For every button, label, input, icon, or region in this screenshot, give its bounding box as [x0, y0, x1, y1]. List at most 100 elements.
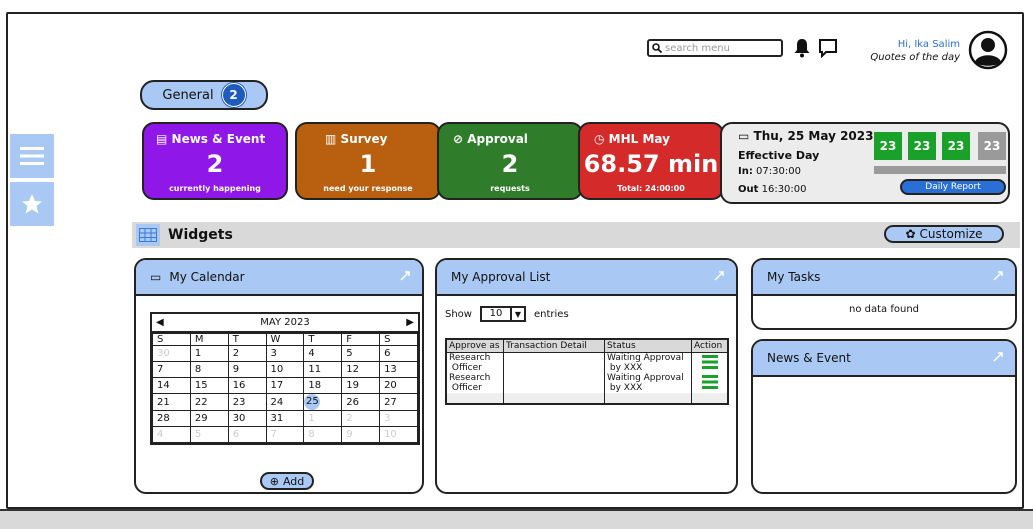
action-cell [691, 352, 729, 373]
calendar-day[interactable]: 10 [265, 361, 305, 378]
calendar-day[interactable]: 9 [341, 426, 381, 443]
expand-icon[interactable] [400, 270, 410, 284]
calendar-day[interactable]: 7 [265, 426, 305, 443]
calendar-day[interactable]: 19 [341, 377, 381, 394]
approval-card[interactable]: ⊘ Approval 2 requests [437, 122, 583, 200]
calendar-day[interactable]: 31 [265, 410, 305, 427]
check-circle-icon: ⊘ [453, 132, 464, 146]
status-cell: Waiting Approval by XXX [604, 352, 692, 373]
table-row: Research Officer Waiting Approval by XXX [445, 373, 729, 393]
calendar-day[interactable]: 20 [379, 377, 418, 394]
calendar-day[interactable]: 18 [303, 377, 343, 394]
bottom-bar [0, 509, 1033, 529]
table-row: Research Officer Waiting Approval by XXX [445, 352, 729, 373]
avatar[interactable] [968, 30, 1008, 70]
calendar-day[interactable]: 2 [227, 345, 267, 362]
entries-control: Show 10 ▼ entries [445, 306, 569, 322]
calendar-day[interactable]: 2 [341, 410, 381, 427]
weekday-label: S [379, 333, 418, 346]
calendar-day[interactable]: 1 [303, 410, 343, 427]
calendar-day[interactable]: 12 [341, 361, 381, 378]
search-input[interactable] [662, 42, 775, 54]
approval-list-widget: My Approval List Show 10 ▼ entries Appro… [435, 258, 738, 494]
calendar-day[interactable]: 21 [152, 393, 191, 411]
calendar-day[interactable]: 8 [189, 361, 229, 378]
entries-value: 10 [489, 308, 503, 319]
action-menu-icon[interactable] [702, 355, 718, 369]
menu-button[interactable] [10, 134, 54, 178]
detail-cell [503, 352, 605, 373]
approval-card-value: 2 [501, 150, 519, 178]
calendar-day[interactable]: 6 [379, 345, 418, 362]
calendar-day[interactable]: 3 [265, 345, 305, 362]
tab-general[interactable]: General 2 [140, 80, 268, 110]
calendar-day[interactable]: 1 [189, 345, 229, 362]
calendar-day[interactable]: 5 [341, 345, 381, 362]
calendar-day[interactable]: 27 [379, 393, 418, 411]
calendar-day[interactable]: 9 [227, 361, 267, 378]
calendar-grid: S M T W T F S 30 1 2 3 4 5 6 7 8 9 10 11… [152, 333, 418, 443]
user-greeting: Hi, Ika Salim Quotes of the day [852, 39, 960, 63]
calendar-icon: ▭ [150, 270, 162, 284]
expand-icon[interactable] [714, 270, 724, 284]
calendar-day-selected[interactable]: 25 [303, 393, 343, 411]
bar-chart-icon: ▥ [325, 132, 337, 146]
count-badge: 2 [221, 83, 246, 107]
show-label: Show [445, 308, 472, 320]
calendar-day[interactable]: 14 [152, 377, 191, 394]
bell-icon[interactable] [793, 38, 811, 58]
widgets-title: Widgets [168, 227, 233, 243]
calendar-day[interactable]: 16 [227, 377, 267, 394]
quotes-link[interactable]: Quotes of the day [852, 52, 960, 63]
next-month-icon[interactable]: ▶ [406, 317, 414, 328]
survey-card[interactable]: ▥ Survey 1 need your response [295, 122, 441, 200]
calendar-day[interactable]: 7 [152, 361, 191, 378]
calendar-day[interactable]: 4 [303, 345, 343, 362]
daily-report-button[interactable]: Daily Report [900, 179, 1006, 195]
grid-icon [136, 224, 160, 246]
calendar-day[interactable]: 13 [379, 361, 418, 378]
calendar-day[interactable]: 11 [303, 361, 343, 378]
news-event-header: News & Event [753, 341, 1015, 377]
calendar-day[interactable]: 29 [189, 410, 229, 427]
column-header: Status [604, 338, 692, 353]
approval-list-title: My Approval List [451, 270, 551, 284]
news-event-widget: News & Event [751, 339, 1017, 494]
favorites-button[interactable] [10, 182, 54, 226]
calendar-day[interactable]: 5 [189, 426, 229, 443]
chat-icon[interactable] [818, 38, 838, 58]
mhl-card-value: 68.57 min [583, 150, 719, 178]
news-card-value: 2 [206, 150, 224, 178]
calendar-day[interactable]: 26 [341, 393, 381, 411]
entries-select[interactable]: 10 ▼ [479, 306, 526, 322]
prev-month-icon[interactable]: ◀ [156, 317, 164, 328]
calendar-day[interactable]: 30 [227, 410, 267, 427]
calendar-day[interactable]: 4 [152, 426, 191, 443]
add-event-button[interactable]: ⊕ Add [260, 472, 314, 490]
calendar-day[interactable]: 28 [152, 410, 191, 427]
tasks-header: My Tasks [753, 260, 1015, 296]
tasks-widget: My Tasks no data found [751, 258, 1017, 330]
expand-icon[interactable] [993, 270, 1003, 284]
calendar-day[interactable]: 22 [189, 393, 229, 411]
news-event-card[interactable]: ▤ News & Event 2 currently happening [142, 122, 288, 200]
calendar-day[interactable]: 8 [303, 426, 343, 443]
plus-circle-icon: ⊕ [269, 474, 279, 488]
action-menu-icon[interactable] [702, 375, 718, 389]
calendar-day[interactable]: 24 [265, 393, 305, 411]
calendar-day[interactable]: 6 [227, 426, 267, 443]
greeting-link[interactable]: Hi, Ika Salim [852, 39, 960, 50]
customize-button[interactable]: ✿ Customize [884, 225, 1004, 243]
calendar-day[interactable]: 10 [379, 426, 418, 443]
date-label: ▭ Thu, 25 May 2023 [738, 129, 874, 143]
calendar-day[interactable]: 3 [379, 410, 418, 427]
calendar-day[interactable]: 23 [227, 393, 267, 411]
expand-icon[interactable] [993, 351, 1003, 365]
calendar-day[interactable]: 17 [265, 377, 305, 394]
weekday-label: T [227, 333, 267, 346]
mhl-card[interactable]: ◷ MHL May 68.57 min Total: 24:00:00 [578, 122, 724, 200]
weekday-label: F [341, 333, 381, 346]
calendar-day[interactable]: 15 [189, 377, 229, 394]
calendar-day[interactable]: 30 [152, 345, 191, 362]
search-box[interactable] [647, 39, 783, 57]
